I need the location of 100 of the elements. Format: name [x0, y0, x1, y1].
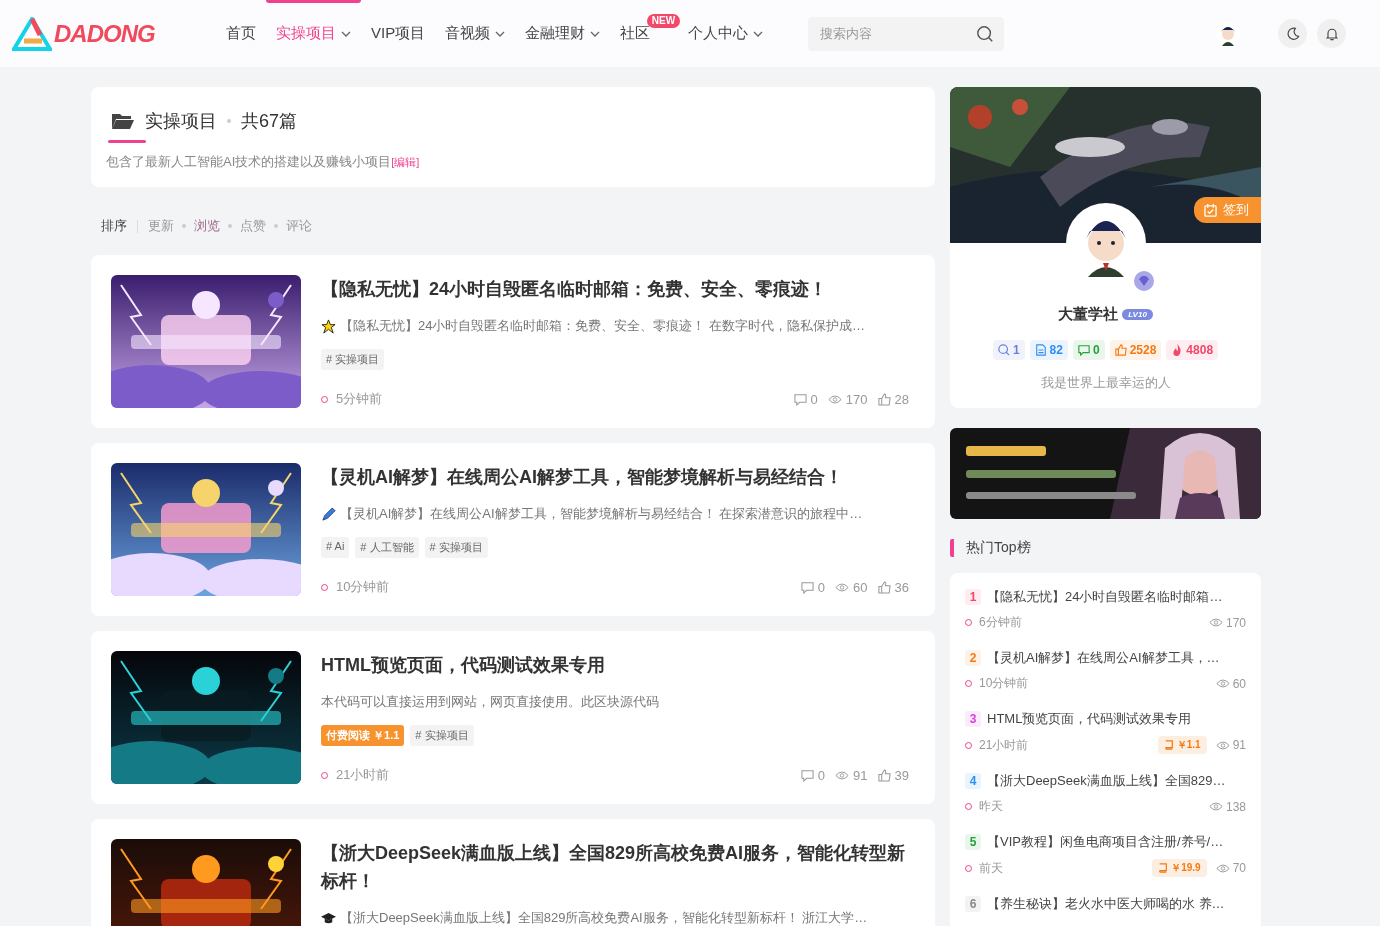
- like-count: 28: [894, 391, 909, 407]
- thumbs-up-icon: [877, 768, 891, 782]
- eye-icon: [835, 769, 850, 781]
- level-badge: LV10: [1122, 309, 1153, 320]
- rank-badge: 4: [965, 773, 981, 789]
- comment-count: 0: [810, 391, 818, 407]
- sort-option[interactable]: 浏览: [194, 217, 220, 235]
- post-tag[interactable]: # 人工智能: [355, 537, 419, 558]
- user-name: 大董学社: [1058, 305, 1119, 324]
- post-excerpt: 【隐私无忧】24小时自毁匿名临时邮箱：免费、安全、零痕迹！ 在数字时代，隐私保护成…: [340, 317, 866, 335]
- post-title[interactable]: 【浙大DeepSeek满血版上线】全国829所高校免费AI服务，智能化转型新标杆！: [321, 839, 915, 895]
- top-post-title[interactable]: 【灵机AI解梦】在线周公AI解梦工具，…: [987, 649, 1220, 667]
- post-tag[interactable]: # 实操项目: [410, 725, 474, 746]
- nav-tab[interactable]: 个人中心: [688, 0, 764, 67]
- new-badge: NEW: [646, 14, 681, 28]
- post-time: 6分钟前: [979, 614, 1022, 631]
- post-excerpt: 本代码可以直接运用到网站，网页直接使用。此区块源代码: [321, 693, 659, 711]
- book-icon: [1163, 740, 1174, 750]
- thumbs-up-icon: [877, 392, 891, 406]
- post-tag[interactable]: # Ai: [321, 537, 350, 558]
- comment-icon: [793, 392, 807, 406]
- view-count: 70: [1232, 861, 1246, 875]
- view-count: 91: [853, 767, 868, 783]
- triangle-logo-icon: [12, 16, 52, 51]
- top-post-title[interactable]: HTML预览页面，代码测试效果专用: [987, 710, 1192, 728]
- view-count: 138: [1225, 799, 1246, 814]
- site-logo[interactable]: DADONG: [12, 16, 226, 51]
- top-post-title[interactable]: 【养生秘诀】老火水中医大师喝的水 养…: [987, 895, 1225, 913]
- post-excerpt: 【浙大DeepSeek满血版上线】全国829所高校免费AI服务，智能化转型新标杆！ 浙江大学…: [340, 909, 868, 926]
- rank-badge: 3: [965, 711, 981, 727]
- stat-badge: 0: [1072, 340, 1105, 360]
- document-icon: [1034, 344, 1047, 356]
- post-title[interactable]: 【灵机AI解梦】在线周公AI解梦工具，智能梦境解析与易经结合！: [321, 463, 915, 491]
- star-icon: [321, 318, 336, 334]
- nav-tab[interactable]: 实操项目: [276, 0, 351, 67]
- category-description: 包含了最新人工智能AI技术的搭建以及赚钱小项目: [106, 154, 392, 169]
- separator-dot: [274, 224, 278, 228]
- like-count: 39: [894, 767, 909, 783]
- stat-badge: 82: [1029, 340, 1068, 360]
- graduation-cap-icon: [321, 910, 336, 926]
- rank-badge: 1: [965, 589, 981, 605]
- rank-badge: 5: [965, 834, 981, 850]
- title-underline: [108, 140, 146, 143]
- comment-count: 0: [817, 767, 826, 783]
- rank-badge: 2: [965, 650, 981, 666]
- post-time: 21小时前: [336, 766, 390, 784]
- notification-button[interactable]: [1317, 19, 1346, 48]
- comment-count: 0: [817, 579, 826, 595]
- price-badge: ￥19.9: [1152, 859, 1207, 877]
- thumbs-up-icon: [1114, 344, 1127, 356]
- book-icon: [1158, 863, 1169, 873]
- post-tag[interactable]: # 实操项目: [321, 349, 385, 370]
- eye-icon: [835, 581, 850, 593]
- folder-icon: [111, 111, 135, 131]
- post-excerpt: 【灵机AI解梦】在线周公AI解梦工具，智能梦境解析与易经结合！ 在探索潜意识的旅程中…: [340, 505, 863, 523]
- separator-dot: [182, 224, 186, 228]
- stat-badge: 2528: [1109, 340, 1162, 360]
- message-icon: [1077, 344, 1090, 356]
- top-post-title[interactable]: 【浙大DeepSeek满血版上线】全国829…: [987, 772, 1226, 790]
- post-time: 5分钟前: [336, 390, 383, 408]
- nav-tab[interactable]: 首页: [226, 0, 256, 67]
- post-title[interactable]: HTML预览页面，代码测试效果专用: [321, 651, 915, 679]
- eye-icon: [1215, 678, 1230, 689]
- top-post-title[interactable]: 【隐私无忧】24小时自毁匿名临时邮箱…: [987, 588, 1223, 606]
- sort-label: 排序: [101, 217, 127, 235]
- pen-icon: [321, 506, 336, 522]
- post-time: 10分钟前: [979, 675, 1029, 692]
- comment-icon: [800, 768, 814, 782]
- view-count: 170: [1225, 615, 1246, 630]
- rank-badge: 6: [965, 896, 981, 912]
- gem-badge-icon: [1131, 269, 1156, 293]
- post-count: 共67篇: [241, 110, 298, 133]
- view-count: 91: [1232, 738, 1246, 752]
- eye-icon: [1208, 801, 1223, 812]
- stat-badge: 4808: [1166, 340, 1219, 360]
- post-time: 10分钟前: [336, 578, 390, 596]
- post-time: 前天: [979, 859, 1003, 877]
- separator-dot: [228, 224, 232, 228]
- top-post-title[interactable]: 【VIP教程】闲鱼电商项目含注册/养号/…: [987, 833, 1224, 851]
- edit-link[interactable]: [编辑]: [391, 156, 420, 168]
- post-tag[interactable]: # 实操项目: [424, 537, 488, 558]
- post-title[interactable]: 【隐私无忧】24小时自毁匿名临时邮箱：免费、安全、零痕迹！: [321, 275, 915, 303]
- moon-icon: [1284, 25, 1301, 42]
- eye-icon: [1208, 617, 1223, 628]
- view-count: 60: [1232, 676, 1246, 691]
- nav-tab[interactable]: VIP项目: [371, 0, 426, 67]
- nav-tab[interactable]: 音视频: [445, 0, 506, 67]
- nav-tab[interactable]: 金融理财: [525, 0, 601, 67]
- stat-badge: 1: [992, 340, 1025, 360]
- dark-mode-button[interactable]: [1278, 19, 1307, 48]
- post-time: 21小时前: [979, 736, 1029, 754]
- post-time: 昨天: [979, 798, 1003, 815]
- eye-icon: [827, 393, 842, 405]
- section-title: 热门Top榜: [950, 539, 1261, 557]
- search-field[interactable]: 搜索内容: [808, 16, 1005, 51]
- comment-icon: [800, 580, 814, 594]
- search-icon[interactable]: [976, 24, 995, 43]
- thumbs-up-icon: [877, 580, 891, 594]
- like-count: 36: [894, 579, 909, 595]
- eye-icon: [1215, 862, 1230, 874]
